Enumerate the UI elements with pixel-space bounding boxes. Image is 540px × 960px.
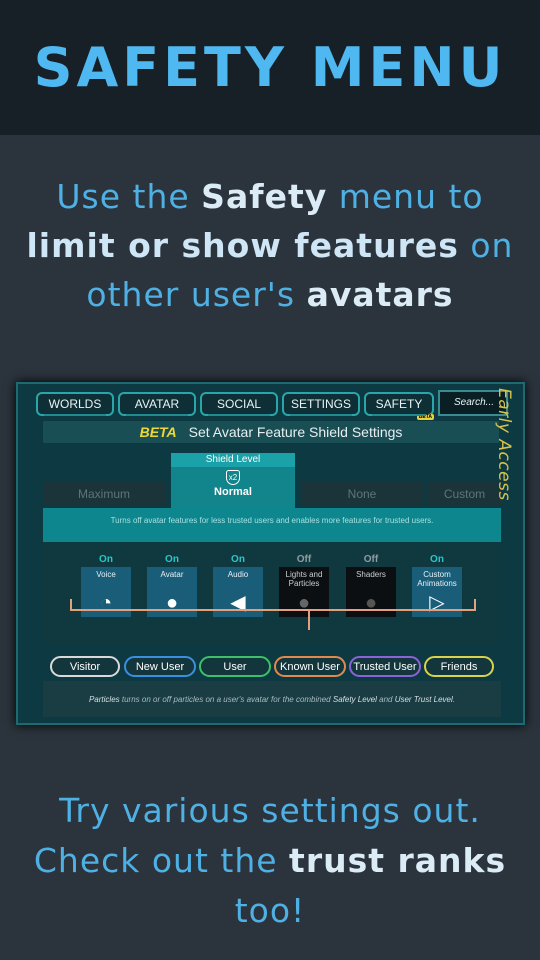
feature-label: Avatar [160, 570, 184, 579]
page-title: SAFETY MENU [33, 36, 507, 99]
feature-bracket [70, 599, 476, 611]
footer-and: and [376, 694, 395, 704]
level-maximum-label: Maximum [77, 487, 130, 501]
trust-rank-user[interactable]: User [199, 656, 271, 677]
trust-rank-label: New User [135, 660, 185, 673]
intro-line1-bold: Safety [201, 177, 328, 216]
feature-status: Off [296, 554, 312, 565]
trust-rank-label: Visitor [69, 660, 101, 673]
level-none-label: None [347, 487, 377, 501]
outro-line1: Try various settings out. [59, 791, 481, 830]
outro-line2-bold: trust ranks [289, 841, 507, 880]
trust-rank-known-user[interactable]: Known User [274, 656, 346, 677]
intro-line3-a: other user's [86, 275, 307, 314]
search-placeholder: Search... [454, 397, 495, 408]
intro-text: Use the Safety menu to limit or show fea… [0, 172, 540, 319]
level-custom[interactable]: Custom [428, 482, 501, 506]
feature-label: Shaders [356, 570, 386, 579]
trust-rank-new-user[interactable]: New User [124, 656, 196, 677]
trust-rank-label: Friends [440, 660, 478, 673]
bracket-stem [308, 610, 310, 630]
feature-status: Off [363, 554, 379, 565]
tab-avatar-label: AVATAR [134, 397, 180, 411]
outro-text: Try various settings out. Check out the … [0, 786, 540, 936]
feature-label: Lights and Particles [285, 570, 323, 588]
level-description: Turns off avatar features for less trust… [43, 508, 501, 542]
tab-social-label: SOCIAL [216, 397, 261, 411]
feature-label: Custom Animations [417, 570, 457, 588]
level-custom-label: Custom [443, 487, 486, 501]
intro-line2-b: on [458, 226, 514, 265]
footer-safety-level: Safety Level [332, 694, 377, 704]
top-tabs: WORLDS AVATAR SOCIAL SETTINGS SAFETY BETA [36, 392, 434, 420]
level-maximum[interactable]: Maximum [43, 482, 165, 506]
level-description-text: Turns off avatar features for less trust… [110, 516, 434, 525]
trust-rank-label: Known User [280, 660, 340, 673]
tab-worlds[interactable]: WORLDS [36, 392, 114, 416]
tab-avatar[interactable]: AVATAR [118, 392, 196, 416]
safety-beta-badge: BETA [416, 414, 434, 420]
shield-icon: x2 [226, 470, 240, 485]
trust-rank-trusted-user[interactable]: Trusted User [349, 656, 421, 677]
outro-line2-a: Check out the [33, 841, 290, 880]
early-access-label: Early Access [494, 388, 514, 501]
footer-text: turns on or off particles on a user's av… [119, 694, 333, 704]
intro-line1-a: Use the [56, 177, 202, 216]
level-normal-label: Normal [214, 486, 252, 498]
panel-title: Set Avatar Feature Shield Settings [188, 424, 403, 440]
tab-settings[interactable]: SETTINGS [282, 392, 360, 416]
safety-panel-screenshot: WORLDS AVATAR SOCIAL SETTINGS SAFETY BETA… [16, 382, 525, 725]
feature-label: Voice [96, 570, 116, 579]
intro-line3-bold: avatars [306, 275, 454, 314]
trust-rank-visitor[interactable]: Visitor [50, 656, 120, 677]
trust-rank-friends[interactable]: Friends [424, 656, 494, 677]
feature-area: On Voice ◔ On Avatar ● On Audio ◀ Off Light… [43, 542, 501, 644]
tab-safety-label: SAFETY [375, 397, 423, 411]
footer-feature-name: Particles [88, 694, 120, 704]
tab-safety[interactable]: SAFETY BETA [364, 392, 434, 420]
feature-info-footer: Particles turns on or off particles on a… [43, 681, 501, 717]
tab-settings-label: SETTINGS [290, 397, 351, 411]
shield-level-header: Shield Level [171, 453, 295, 467]
footer-period: . [452, 694, 456, 704]
outro-line2-c: too! [234, 891, 306, 930]
feature-status: On [430, 554, 444, 565]
header-bar: SAFETY MENU [0, 0, 540, 135]
feature-status: On [99, 554, 113, 565]
panel-title-bar: BETA Set Avatar Feature Shield Settings [43, 421, 499, 443]
intro-line1-c: menu to [327, 177, 484, 216]
level-none[interactable]: None [301, 482, 423, 506]
feature-status: On [231, 554, 245, 565]
trust-rank-label: Trusted User [353, 660, 417, 673]
trust-rank-label: User [223, 660, 247, 673]
title-beta-badge: BETA [139, 424, 177, 440]
feature-status: On [165, 554, 179, 565]
feature-label: Audio [227, 570, 249, 579]
level-normal[interactable]: Shield Level x2 Normal [171, 453, 295, 508]
tab-social[interactable]: SOCIAL [200, 392, 278, 416]
tab-worlds-label: WORLDS [48, 397, 102, 411]
footer-user-trust-level: User Trust Level [394, 694, 453, 704]
intro-line2-bold: limit or show features [26, 226, 459, 265]
